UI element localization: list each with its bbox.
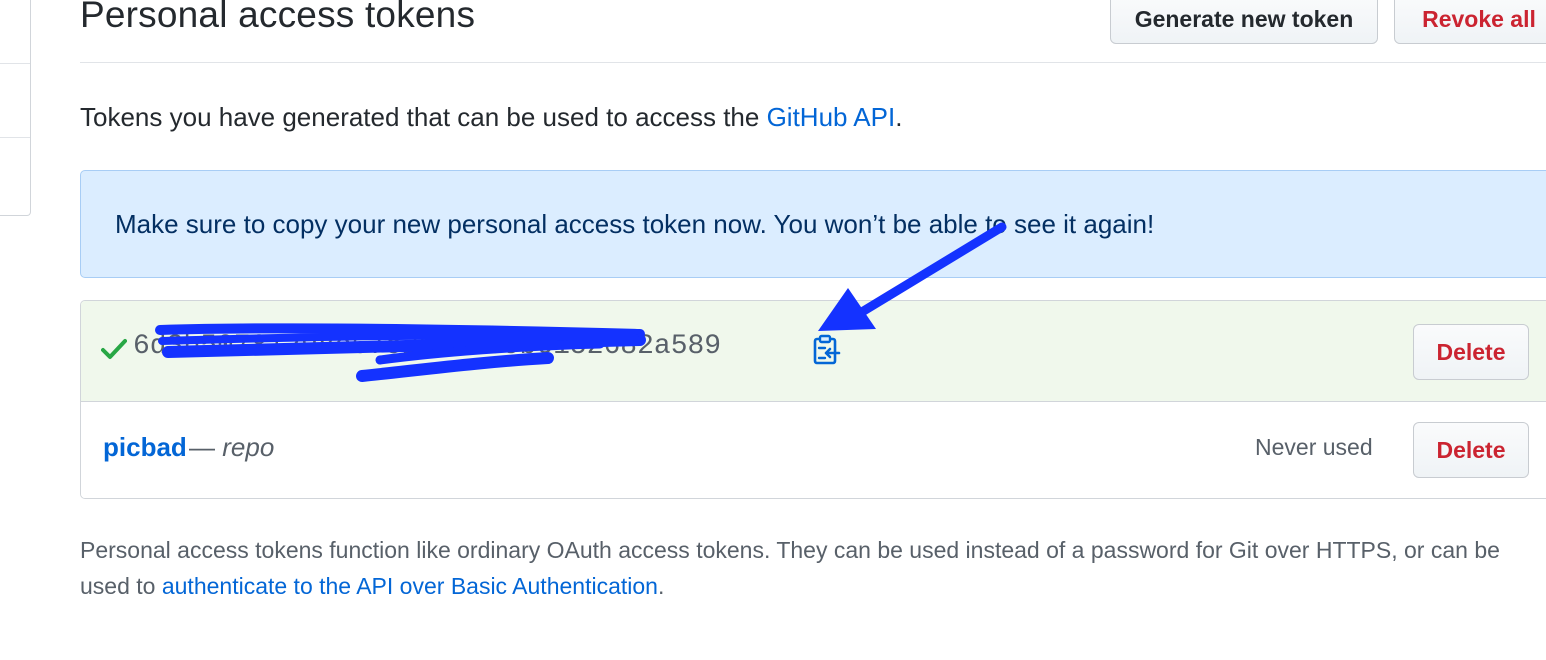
intro-text: Tokens you have generated that can be us… [80,102,902,133]
token-description: — repo [189,432,274,463]
footer-note: Personal access tokens function like ord… [80,532,1540,604]
token-value-redacted: 3b50781298c67c28492 [166,331,486,362]
intro-text-after: . [895,102,903,132]
github-api-link[interactable]: GitHub API [767,102,896,132]
token-value-end: 65b6152682a589 [485,331,722,362]
sidebar-divider [0,63,30,64]
page-title: Personal access tokens [80,0,476,35]
clipboard-icon[interactable] [811,334,841,366]
token-list: 6d3b50781298c67c2849265b6152682a589 Dele… [80,300,1546,499]
new-token-value: 6d3b50781298c67c2849265b6152682a589 [133,331,721,362]
token-row: picbad — repo Never used Delete [81,402,1546,498]
intro-text-before: Tokens you have generated that can be us… [80,102,767,132]
check-icon [101,339,127,359]
flash-message: Make sure to copy your new personal acce… [115,209,1155,239]
settings-sidebar [0,0,31,216]
footer-note-after: . [657,573,665,599]
basic-auth-link[interactable]: authenticate to the API over Basic Authe… [162,573,658,599]
token-scope: repo [222,432,275,462]
header-divider [80,62,1546,63]
token-separator: — [189,432,223,462]
generate-new-token-button[interactable]: Generate new token [1110,0,1378,44]
token-value-start: 6d [133,331,167,362]
new-token-row: 6d3b50781298c67c2849265b6152682a589 Dele… [81,301,1546,402]
delete-token-button[interactable]: Delete [1413,422,1529,478]
sidebar-divider [0,137,30,138]
revoke-all-button[interactable]: Revoke all [1394,0,1546,44]
token-last-used: Never used [1255,434,1373,460]
copy-token-flash: Make sure to copy your new personal acce… [80,170,1546,278]
token-name-link[interactable]: picbad [103,432,187,463]
delete-new-token-button[interactable]: Delete [1413,324,1529,380]
